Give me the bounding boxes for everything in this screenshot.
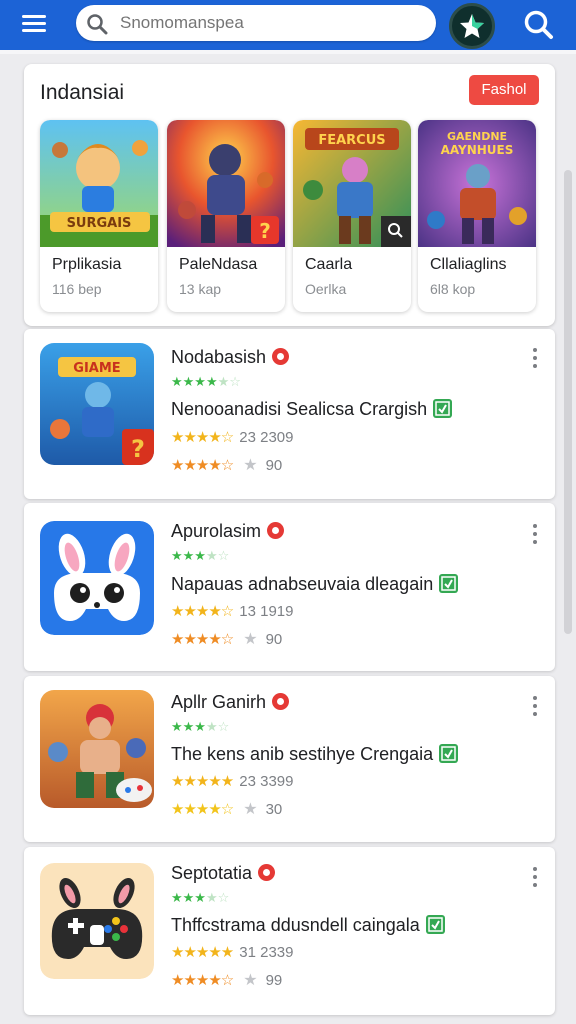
- app-description: Napauas adnabseuvaia dleagain: [171, 574, 459, 595]
- star-rating-icon: ★★★★☆: [171, 972, 234, 989]
- app-list-item[interactable]: Septotatia ★★★★☆ Thffcstrama ddusndell c…: [24, 847, 555, 1015]
- star-rating: ★★★★☆: [171, 548, 230, 563]
- app-name: Apllr Ganirh: [171, 692, 290, 713]
- app-name: Nodabasish: [171, 347, 290, 368]
- svg-text:SURGAIS: SURGAIS: [67, 216, 132, 231]
- downloads-row: ★★★★☆ 13 1919: [171, 603, 294, 620]
- app-name: Apurolasim: [171, 521, 285, 542]
- star-rating: ★★★★☆: [171, 719, 230, 734]
- svg-text:?: ?: [259, 219, 271, 243]
- app-thumbnail: ?: [167, 120, 285, 247]
- app-name: Septotatia: [171, 863, 276, 884]
- app-size: 116 bep: [52, 281, 102, 297]
- search-field[interactable]: [76, 5, 436, 41]
- svg-text:?: ?: [131, 435, 145, 463]
- verified-check-icon: [433, 399, 453, 418]
- star-rating-icon: ★★★★☆: [171, 801, 234, 818]
- search-input[interactable]: [120, 11, 420, 35]
- search-button[interactable]: [522, 8, 556, 42]
- record-badge-icon: [272, 348, 290, 365]
- star-rating: ★★★★★☆: [171, 374, 241, 389]
- svg-text:GAENDNE: GAENDNE: [447, 130, 507, 143]
- search-icon: [524, 10, 553, 39]
- app-thumbnail: SURGAIS: [40, 120, 158, 247]
- app-name: PaleNdasa: [179, 256, 258, 273]
- reviews-row: ★★★★☆ ★ 99: [171, 972, 283, 989]
- app-size: Oerlka: [305, 281, 347, 297]
- more-options-icon[interactable]: [531, 347, 539, 369]
- app-name: Cllaliaglins: [430, 256, 507, 273]
- featured-app-card[interactable]: GAENDNE AAYNHUES Cllaliaglins 6l8 kop: [418, 120, 536, 312]
- star-icon: ★: [243, 631, 258, 648]
- app-list-item[interactable]: Apurolasim ★★★★☆ Napauas adnabseuvaia dl…: [24, 503, 555, 671]
- star-rating-icon: ★★★★★: [171, 773, 234, 790]
- star-rating-icon: ★★★★☆: [171, 631, 234, 648]
- top-app-bar: [0, 0, 576, 50]
- more-options-icon[interactable]: [531, 866, 539, 888]
- star-icon: ★: [243, 457, 258, 474]
- svg-text:FEARCUS: FEARCUS: [318, 133, 385, 148]
- app-list-item[interactable]: Apllr Ganirh ★★★★☆ The kens anib sestihy…: [24, 676, 555, 842]
- star-rating-icon: ★★★★☆: [171, 603, 234, 620]
- verified-check-icon: [425, 915, 445, 934]
- app-description: The kens anib sestihye Crengaia: [171, 744, 459, 765]
- app-description: Nenooanadisi Sealicsa Crargish: [171, 399, 453, 420]
- app-icon: [40, 521, 154, 635]
- menu-icon[interactable]: [20, 11, 50, 37]
- search-icon: [87, 14, 108, 35]
- app-size: 6l8 kop: [430, 281, 476, 297]
- record-badge-icon: [258, 864, 276, 881]
- star-icon: [460, 14, 484, 38]
- svg-text:AAYNHUES: AAYNHUES: [441, 143, 514, 157]
- record-badge-icon: [272, 693, 290, 710]
- section-title: Indansiai: [40, 81, 125, 104]
- refresh-button[interactable]: Fashol: [469, 75, 539, 105]
- app-thumbnail: FEARCUS: [293, 120, 411, 247]
- scrollbar[interactable]: [564, 170, 572, 634]
- featured-star-button[interactable]: [449, 3, 495, 49]
- featured-app-card[interactable]: SURGAIS Prplikasia 116 bep: [40, 120, 158, 312]
- star-icon: ★: [243, 972, 258, 989]
- star-rating-icon: ★★★★☆: [171, 457, 234, 474]
- reviews-row: ★★★★☆ ★ 90: [171, 457, 283, 474]
- app-size: 13 kap: [179, 281, 222, 297]
- featured-section: Indansiai Fashol SURGAIS Prplikasia 116 …: [24, 64, 555, 326]
- downloads-row: ★★★★☆ 23 2309: [171, 429, 294, 446]
- downloads-row: ★★★★★ 23 3399: [171, 773, 294, 790]
- app-icon: [40, 690, 154, 808]
- reviews-row: ★★★★☆ ★ 30: [171, 801, 283, 818]
- downloads-row: ★★★★★ 31 2339: [171, 944, 294, 961]
- featured-app-card[interactable]: ? PaleNdasa 13 kap: [167, 120, 285, 312]
- app-description: Thffcstrama ddusndell caingala: [171, 915, 445, 936]
- record-badge-icon: [267, 522, 285, 539]
- app-name: Caarla: [305, 256, 353, 273]
- more-options-icon[interactable]: [531, 523, 539, 545]
- star-rating-icon: ★★★★☆: [171, 429, 234, 446]
- more-options-icon[interactable]: [531, 695, 539, 717]
- app-thumbnail: GAENDNE AAYNHUES: [418, 120, 536, 247]
- star-rating: ★★★★☆: [171, 890, 230, 905]
- app-list-item[interactable]: GIAME ? Nodabasish ★★★★★☆ Nenooanadisi S…: [24, 329, 555, 499]
- featured-app-card[interactable]: FEARCUS Caarla Oerlka: [293, 120, 411, 312]
- app-icon: GIAME ?: [40, 343, 154, 465]
- reviews-row: ★★★★☆ ★ 90: [171, 631, 283, 648]
- star-rating-icon: ★★★★★: [171, 944, 234, 961]
- verified-check-icon: [439, 744, 459, 763]
- app-name: Prplikasia: [52, 256, 122, 273]
- verified-check-icon: [439, 574, 459, 593]
- star-icon: ★: [243, 801, 258, 818]
- app-icon: [40, 863, 154, 979]
- divider: [0, 50, 576, 54]
- svg-text:GIAME: GIAME: [73, 361, 120, 376]
